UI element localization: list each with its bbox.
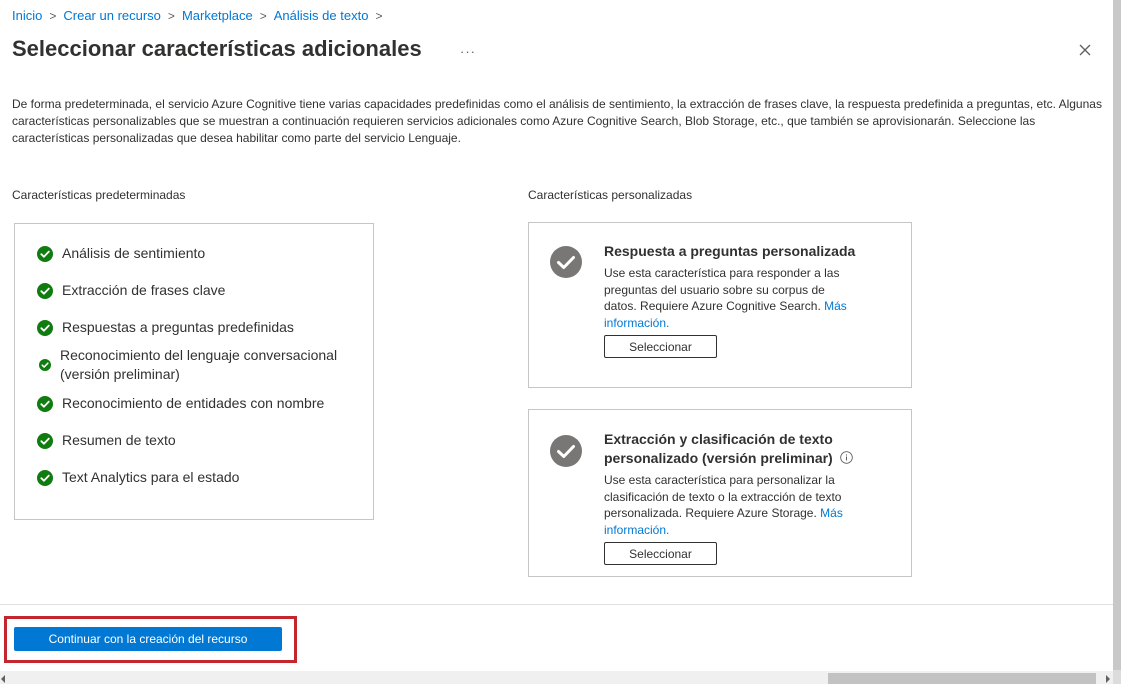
more-info-link-text: información. [604,315,670,330]
info-icon[interactable] [839,451,853,464]
check-circle-icon [37,282,53,299]
more-info-link-text: información. [604,522,670,537]
check-circle-icon [550,435,582,467]
close-icon [1079,44,1091,56]
scroll-right-arrow-icon[interactable] [1104,674,1112,684]
card-description: Use esta característica para personaliza… [604,472,889,538]
feature-predefined-qa: Respuestas a preguntas predefinidas [37,318,294,337]
check-circle-icon [37,432,53,449]
footer-divider [0,604,1113,605]
breadcrumb-separator: > [259,8,267,23]
breadcrumb-inicio[interactable]: Inicio [12,8,42,23]
more-options-button[interactable]: ··· [460,44,476,59]
breadcrumb: Inicio > Crear un recurso > Marketplace … [12,8,389,23]
check-circle-icon [550,246,582,278]
vertical-scrollbar[interactable] [1113,0,1121,670]
check-circle-icon [39,359,51,371]
card-desc-line: Use esta característica para personaliza… [604,473,835,487]
default-features-heading: Características predeterminadas [12,188,186,202]
custom-features-heading: Características personalizadas [528,188,693,202]
select-custom-qa-button[interactable]: Seleccionar [604,335,717,358]
continue-create-button[interactable]: Continuar con la creación del recurso [14,627,282,651]
feature-label: Análisis de sentimiento [62,245,206,261]
scroll-left-arrow-icon[interactable] [0,674,6,684]
card-title-line1: Extracción y clasificación de texto [604,431,833,447]
breadcrumb-analisis-texto[interactable]: Análisis de texto [274,8,369,23]
card-title: Respuesta a preguntas personalizada [604,243,856,259]
custom-text-card: Extracción y clasificación de texto pers… [528,409,912,577]
default-features-panel: Análisis de sentimiento Extracción de fr… [14,223,374,520]
feature-label: Reconocimiento de entidades con nombre [62,395,325,411]
check-circle-icon [37,469,53,486]
feature-sentiment: Análisis de sentimiento [37,244,205,263]
check-circle-icon [37,319,53,336]
breadcrumb-separator: > [49,8,57,23]
scrollbar-corner [1113,670,1121,684]
feature-label: Text Analytics para el estado [62,469,240,485]
card-title-line2: personalizado (versión preliminar) [604,450,833,466]
feature-label-line1: Reconocimiento del lenguaje conversacion… [60,347,338,363]
card-description: Use esta característica para responder a… [604,265,889,331]
feature-summary: Resumen de texto [37,431,176,450]
card-title: Extracción y clasificación de texto pers… [604,430,894,468]
select-custom-text-button[interactable]: Seleccionar [604,542,717,565]
description-text: De forma predeterminada, el servicio Azu… [12,97,1102,145]
page-title: Seleccionar características adicionales [12,36,422,61]
feature-label-line2: (versión preliminar) [60,366,180,382]
feature-label: Resumen de texto [62,432,176,448]
card-desc-line: clasificación de texto o la extracción d… [604,489,842,504]
feature-label: Respuestas a preguntas predefinidas [62,319,294,335]
breadcrumb-marketplace[interactable]: Marketplace [182,8,253,23]
feature-label: Extracción de frases clave [62,282,226,298]
feature-health: Text Analytics para el estado [37,468,239,487]
close-button[interactable] [1074,39,1096,61]
card-desc-line: preguntas del usuario sobre su corpus de [604,282,825,297]
card-desc-line: personalizada. Requiere Azure Storage. [604,506,817,520]
breadcrumb-separator: > [167,8,175,23]
breadcrumb-separator: > [375,8,383,23]
feature-key-phrases: Extracción de frases clave [37,281,225,300]
feature-label: Reconocimiento del lenguaje conversacion… [60,346,337,384]
feature-ner: Reconocimiento de entidades con nombre [37,394,324,413]
check-circle-icon [37,245,53,262]
breadcrumb-crear-recurso[interactable]: Crear un recurso [63,8,161,23]
card-desc-line: datos. Requiere Azure Cognitive Search. [604,299,821,313]
check-circle-icon [37,395,53,412]
feature-conversational: Reconocimiento del lenguaje conversacion… [37,346,337,384]
more-info-link-text: Más [820,506,843,520]
card-desc-line: Use esta característica para responder a… [604,266,840,280]
horizontal-scrollbar-thumb[interactable] [828,673,1096,684]
custom-qa-card: Respuesta a preguntas personalizada Use … [528,222,912,388]
more-info-link-text: Más [824,299,847,313]
